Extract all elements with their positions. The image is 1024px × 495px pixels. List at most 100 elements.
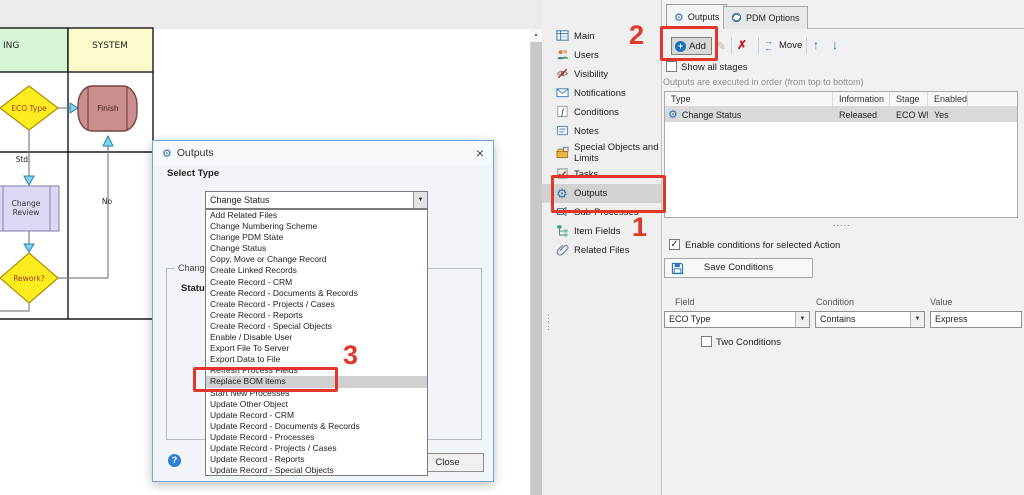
sidebar-item-visibility[interactable]: Visibility [542, 65, 661, 84]
dropdown-option[interactable]: Update Record - Special Objects [206, 465, 427, 476]
sidebar-item-label: Special Objects and Limits [574, 142, 659, 164]
dropdown-option[interactable]: Create Linked Records [206, 265, 427, 276]
dropdown-option[interactable]: Update Record - Processes [206, 432, 427, 443]
dropdown-option[interactable]: Create Record - Reports [206, 310, 427, 321]
two-conditions-checkbox[interactable] [701, 336, 712, 347]
save-conditions-label: Save Conditions [704, 262, 773, 273]
column-header[interactable]: Type [665, 92, 833, 106]
outputs-order-note: Outputs are executed in order (from top … [663, 77, 864, 87]
sidebar-item-label: Notes [574, 126, 599, 137]
dropdown-option[interactable]: Export File To Server [206, 343, 427, 354]
sidebar-item-label: Visibility [574, 69, 608, 80]
dropdown-option[interactable]: Enable / Disable User [206, 332, 427, 343]
field-combobox-value: ECO Type [669, 314, 710, 324]
scroll-up-icon[interactable]: ▲ [530, 29, 542, 42]
dropdown-option[interactable]: Create Record - Projects / Cases [206, 299, 427, 310]
annotation-number-3: 3 [343, 340, 358, 371]
type-combobox[interactable]: Change Status ▼ [205, 191, 428, 209]
gear-icon: ⚙ [668, 108, 678, 121]
special-objects-icon [555, 146, 569, 161]
sidebar-item-conditions[interactable]: fConditions [542, 103, 661, 122]
move-up-icon[interactable]: ↑ [813, 38, 819, 52]
toolbar-separator [731, 37, 732, 54]
sidebar-item-notifications[interactable]: Notifications [542, 84, 661, 103]
node-label: Finish [97, 104, 119, 113]
dialog-title-bar[interactable]: ⚙ Outputs [153, 141, 493, 165]
dropdown-arrow-icon[interactable]: ▼ [910, 312, 924, 327]
enable-conditions-label: Enable conditions for selected Action [685, 240, 840, 251]
column-header[interactable]: Enabled [928, 92, 968, 106]
users-icon [555, 48, 569, 63]
sidebar-item-label: Notifications [574, 88, 626, 99]
type-dropdown-list: Add Related FilesChange Numbering Scheme… [205, 209, 428, 476]
close-icon[interactable]: × [476, 145, 484, 161]
move-arrows-icon[interactable]: →← [764, 38, 776, 52]
dropdown-option[interactable]: Update Record - CRM [206, 410, 427, 421]
sidebar-item-label: Main [574, 31, 595, 42]
edge-label-no: No [102, 197, 113, 206]
node-label: ECO Type [11, 104, 47, 113]
annotation-number-1: 1 [632, 212, 647, 243]
save-conditions-button[interactable]: Save Conditions [664, 258, 813, 278]
main-icon [555, 29, 569, 44]
dropdown-option[interactable]: Create Record - CRM [206, 277, 427, 288]
sidebar-item-label: Conditions [574, 107, 619, 118]
sidebar-item-label: Users [574, 50, 599, 61]
cell-enabled: Yes [928, 110, 968, 120]
table-row[interactable]: ⚙Change Status Released ECO WIP Yes [665, 107, 1017, 122]
panel-splitter-handle[interactable]: ⋮⋮ [544, 314, 552, 330]
visibility-icon [555, 67, 569, 82]
column-header[interactable]: Information [833, 92, 890, 106]
dropdown-option[interactable]: Add Related Files [206, 210, 427, 221]
sidebar-item-related-files[interactable]: Related Files [542, 241, 661, 260]
dropdown-option[interactable]: Update Other Object [206, 399, 427, 410]
dropdown-option[interactable]: Create Record - Special Objects [206, 321, 427, 332]
dropdown-option[interactable]: Update Record - Documents & Records [206, 421, 427, 432]
toolbar-separator [806, 37, 807, 54]
move-button-label[interactable]: Move [779, 40, 802, 51]
dropdown-option[interactable]: Update Record - Projects / Cases [206, 443, 427, 454]
tab-label: PDM Options [746, 13, 800, 23]
edge-label-std: Std. [16, 155, 31, 164]
condition-combobox-value: Contains [820, 314, 856, 324]
annotation-box-3 [193, 367, 338, 392]
dropdown-option[interactable]: Update Record - Reports [206, 454, 427, 465]
column-header[interactable]: Stage [890, 92, 928, 106]
value-input-text: Express [935, 314, 968, 324]
delete-x-icon[interactable]: ✗ [737, 38, 747, 52]
lane-label: ING [3, 41, 19, 51]
annotation-box-1 [551, 175, 666, 213]
outputs-table-header: TypeInformationStageEnabled [665, 92, 1017, 107]
enable-conditions-checkbox[interactable]: ✓ [669, 239, 680, 250]
field-label: Field [675, 297, 695, 307]
annotation-number-2: 2 [629, 20, 644, 51]
value-label: Value [930, 297, 952, 307]
notifications-icon [555, 86, 569, 101]
dropdown-arrow-icon[interactable]: ▼ [413, 192, 427, 208]
field-combobox[interactable]: ECO Type ▼ [664, 311, 810, 328]
sidebar-item-label: Related Files [574, 245, 629, 256]
move-down-icon[interactable]: ↓ [832, 38, 838, 52]
scrollbar-thumb[interactable] [531, 42, 542, 495]
help-icon[interactable]: ? [168, 454, 181, 467]
toolbar-separator [758, 37, 759, 54]
tab-pdm-options[interactable]: PDM Options [723, 6, 808, 29]
app-window: ING SYSTEM ECO Type Finish Std. [0, 0, 1024, 495]
dropdown-arrow-icon[interactable]: ▼ [795, 312, 809, 327]
dropdown-option[interactable]: Create Record - Documents & Records [206, 288, 427, 299]
dropdown-option[interactable]: Change PDM State [206, 232, 427, 243]
show-all-stages-checkbox[interactable] [666, 61, 677, 72]
condition-combobox[interactable]: Contains ▼ [815, 311, 925, 328]
value-input[interactable]: Express [930, 311, 1022, 328]
item-fields-icon [555, 224, 569, 239]
show-all-stages-label: Show all stages [681, 62, 748, 73]
sidebar-item-special-objects-and-limits[interactable]: Special Objects and Limits [542, 141, 661, 165]
column-header[interactable] [968, 92, 1017, 106]
dropdown-option[interactable]: Copy, Move or Change Record [206, 254, 427, 265]
dropdown-option[interactable]: Change Numbering Scheme [206, 221, 427, 232]
table-resize-handle[interactable]: ..... [833, 218, 851, 228]
dropdown-option[interactable]: Export Data to File [206, 354, 427, 365]
type-combobox-value: Change Status [210, 195, 270, 205]
dropdown-option[interactable]: Change Status [206, 243, 427, 254]
sidebar-item-notes[interactable]: Notes [542, 122, 661, 141]
